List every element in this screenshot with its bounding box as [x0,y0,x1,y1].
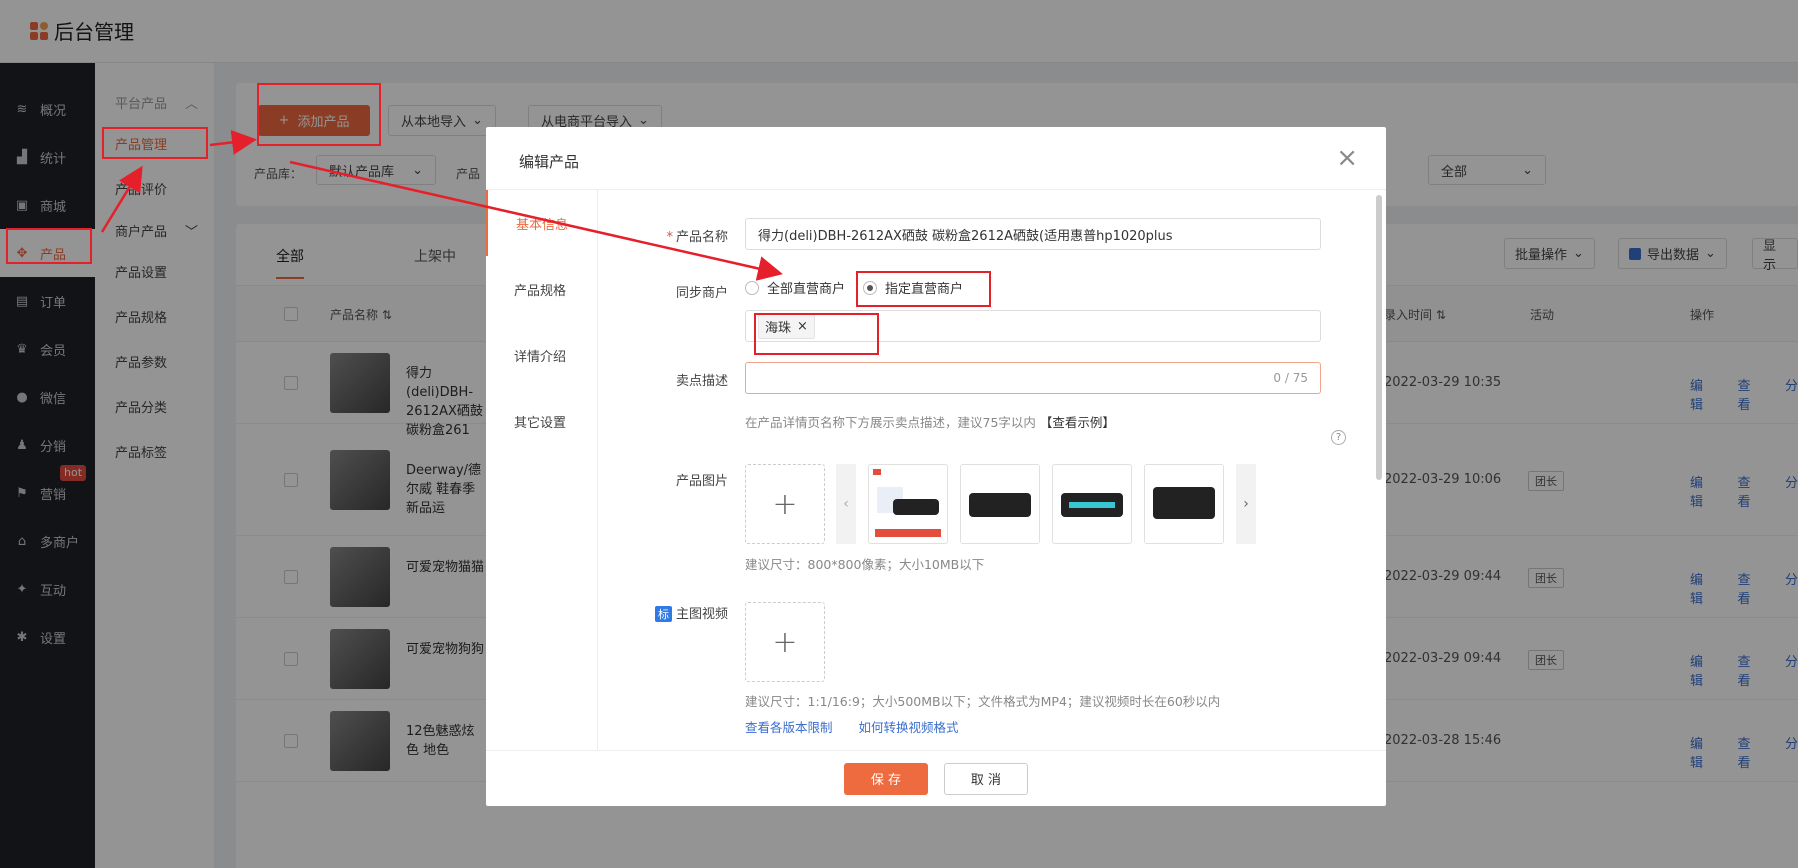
video-upload-button[interactable]: + [745,602,825,682]
dialog-footer: 保 存 取 消 [486,750,1386,806]
annotation-box-tag [754,313,879,355]
radio-off-icon [745,280,759,295]
sync-merchant-label: 同步商户 [675,286,728,301]
chevron-left-icon[interactable]: ‹ [836,464,856,544]
plus-icon: + [772,486,798,522]
cancel-button[interactable]: 取 消 [944,762,1028,795]
toner-graphic [1061,493,1123,517]
selling-point-hint: 在产品详情页名称下方展示卖点描述，建议75字以内 【查看示例】 [745,415,1115,430]
video-links: 查看各版本限制 如何转换视频格式 [745,717,959,736]
video-hint: 建议尺寸：1:1/16:9；大小500MB以下；文件格式为MP4；建议视频时长在… [745,694,1221,709]
convert-video-link[interactable]: 如何转换视频格式 [859,720,959,735]
dialog-tab-basic[interactable]: 基本信息 [486,190,597,256]
main-video-label: 标主图视频 [608,603,728,622]
selling-point-label: 卖点描述 [675,374,728,389]
image-carousel: ‹ › [836,464,1256,544]
image-upload-button[interactable]: + [745,464,825,544]
tag-badge-icon: 标 [654,606,672,622]
plus-icon: + [772,624,798,660]
radio-all-merchants[interactable]: 全部直营商户 [745,278,845,297]
dialog-tab-detail[interactable]: 详情介绍 [486,322,597,388]
product-name-label: * 产品名称 [666,230,728,245]
char-counter: 0 / 75 [1273,371,1308,385]
dialog-tab-other[interactable]: 其它设置 [486,388,597,454]
annotation-box-radio [856,271,991,307]
product-image-2[interactable] [960,464,1040,544]
product-image-1[interactable] [868,464,948,544]
annotation-box-add [257,83,381,146]
product-image-4[interactable] [1144,464,1224,544]
toner-graphic [1153,487,1215,519]
dialog-header: 编辑产品 × [486,127,1386,190]
toner-graphic [893,499,939,515]
label-strip-graphic [875,529,941,537]
annotation-box-product-manage [102,127,208,159]
help-icon[interactable]: ? [1331,430,1346,445]
product-image-3[interactable] [1052,464,1132,544]
edit-product-dialog: 编辑产品 × 基本信息 产品规格 详情介绍 其它设置 * 产品名称 得力(deli… [486,127,1386,806]
product-name-input[interactable]: 得力(deli)DBH-2612AX硒鼓 碳粉盒2612A硒鼓(适用惠普hp10… [745,218,1321,250]
version-limits-link[interactable]: 查看各版本限制 [745,720,833,735]
dialog-tab-spec[interactable]: 产品规格 [486,256,597,322]
brand-mark-icon [873,469,881,475]
dialog-title: 编辑产品 [519,153,580,171]
chevron-right-icon[interactable]: › [1236,464,1256,544]
product-image-label: 产品图片 [675,474,728,489]
image-hint: 建议尺寸：800*800像素；大小10MB以下 [745,557,985,572]
save-button[interactable]: 保 存 [844,762,928,795]
dialog-tabs: 基本信息 产品规格 详情介绍 其它设置 [486,190,598,750]
dialog-scrollbar[interactable] [1376,195,1382,480]
view-example-link[interactable]: 【查看示例】 [1040,415,1115,430]
close-icon[interactable]: × [1336,145,1358,171]
selling-point-input[interactable]: 0 / 75 [745,362,1321,394]
toner-graphic [969,493,1031,517]
annotation-box-product-nav [6,228,92,264]
